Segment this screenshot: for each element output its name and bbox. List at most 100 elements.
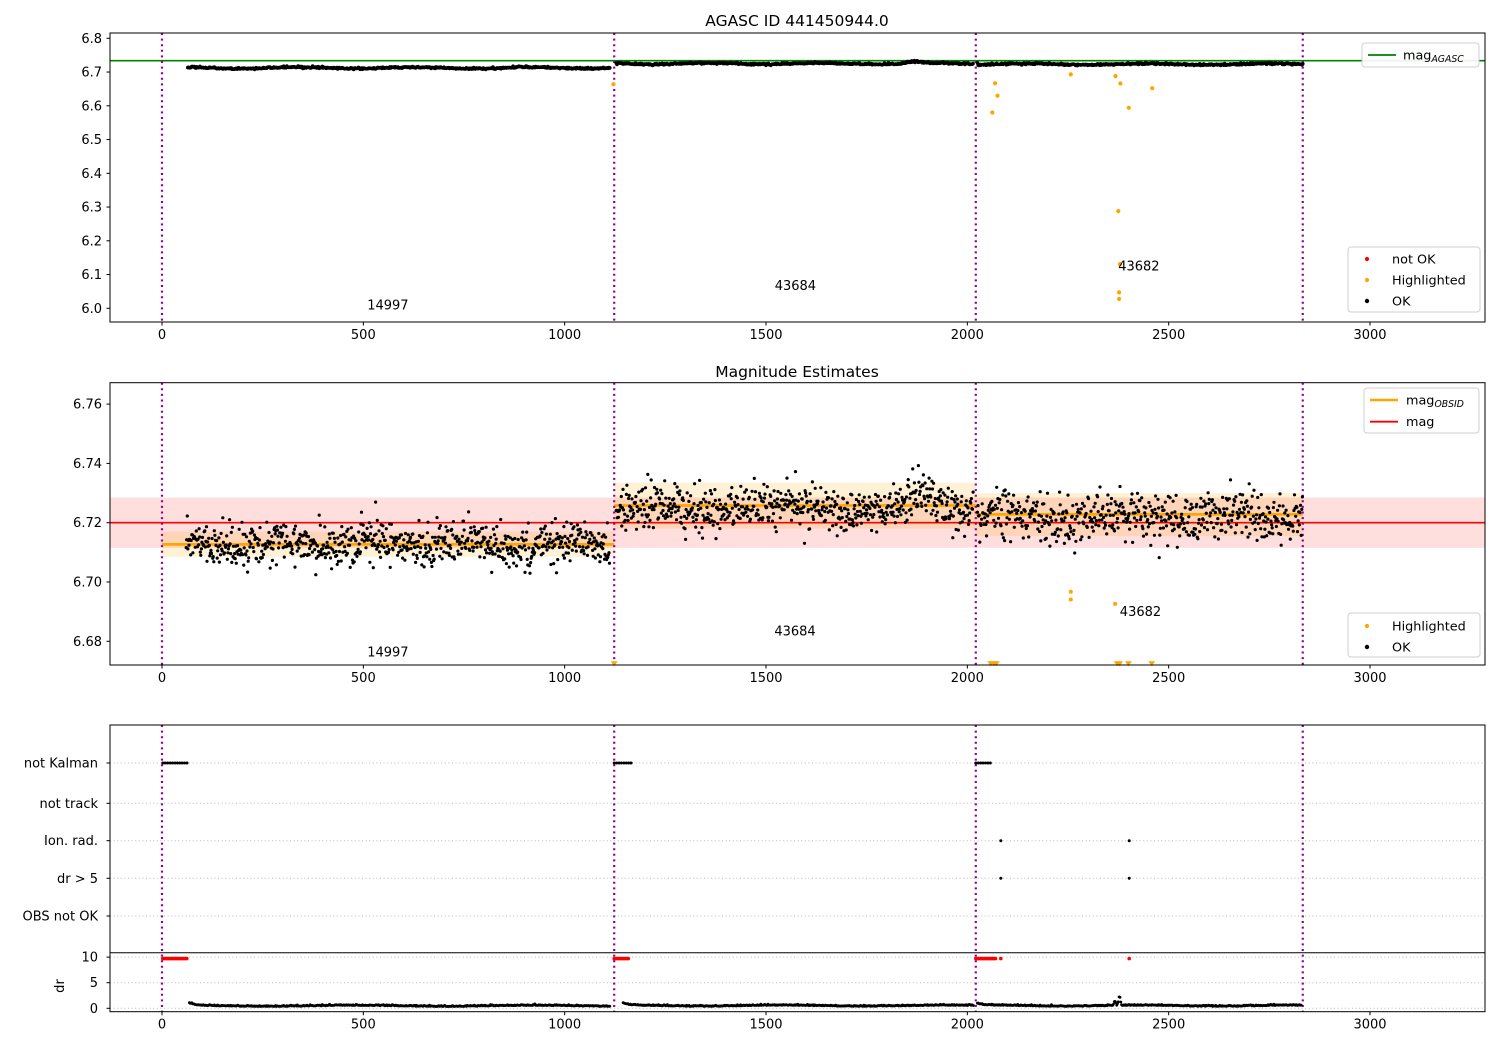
flag-point (1127, 876, 1131, 880)
ok-point (655, 487, 659, 491)
ok-point (925, 487, 929, 491)
ok-point (1207, 497, 1211, 501)
ok-point (802, 505, 806, 509)
ok-point (1295, 530, 1300, 534)
ok-point (245, 549, 249, 553)
ok-point (561, 553, 565, 557)
ok-point (191, 551, 195, 555)
ok-point (186, 547, 190, 551)
ok-point (1211, 508, 1215, 512)
ok-point (225, 534, 229, 538)
ok-point (1093, 501, 1097, 505)
ok-point (719, 517, 723, 521)
ok-point (1206, 491, 1210, 495)
ok-point (1300, 507, 1304, 511)
ok-point (1270, 526, 1274, 530)
ok-point (377, 550, 382, 554)
ok-point (1006, 499, 1010, 503)
ok-point (784, 493, 788, 497)
ok-point (1149, 543, 1153, 548)
ok-point (1075, 514, 1079, 518)
ok-point (678, 489, 682, 493)
ok-point (541, 551, 545, 555)
ok-point (565, 520, 569, 524)
ok-point (301, 541, 305, 545)
ok-point (425, 555, 429, 559)
ok-point (1079, 507, 1083, 511)
ok-point (317, 513, 321, 517)
ok-point (976, 504, 980, 508)
ok-point (1039, 514, 1043, 518)
ok-point (1214, 506, 1218, 510)
ok-point (1084, 511, 1088, 516)
ok-point (1071, 532, 1075, 536)
ok-point (446, 529, 450, 533)
ok-point (306, 535, 311, 539)
ok-point (674, 518, 679, 522)
ok-point (210, 536, 214, 541)
ok-point (765, 485, 769, 489)
ok-point (1164, 519, 1168, 523)
ok-point (1068, 526, 1072, 530)
ok-point (336, 536, 340, 540)
ok-point (681, 498, 685, 502)
ok-point (566, 551, 571, 555)
ok-point (203, 529, 207, 533)
ok-point (1122, 519, 1126, 524)
ok-point (1196, 521, 1201, 525)
ok-point (297, 546, 301, 550)
legend-middle-markers: Highlighted OK (1347, 612, 1481, 658)
ok-point (774, 530, 778, 534)
ok-point (1016, 501, 1021, 505)
ok-point (1245, 499, 1249, 503)
ok-point (932, 501, 936, 505)
ok-point (695, 513, 700, 517)
dr-scatter-points (188, 995, 1303, 1008)
ok-point (914, 498, 918, 502)
ok-point (207, 536, 211, 540)
ok-point (1178, 534, 1182, 538)
ok-point (221, 540, 225, 545)
ok-point (271, 547, 275, 551)
ok-point (328, 536, 332, 540)
ok-point (698, 478, 702, 482)
ok-point (888, 492, 892, 496)
ok-point (283, 539, 287, 543)
ok-point (672, 497, 676, 501)
ok-point (477, 530, 481, 534)
ok-point (384, 527, 388, 531)
ok-point (561, 545, 565, 549)
highlighted-point (1150, 86, 1155, 91)
ok-point (1082, 522, 1086, 526)
ok-point (855, 509, 860, 514)
ok-point (415, 553, 419, 558)
ok-point (1104, 513, 1108, 517)
ok-point (455, 534, 459, 539)
ok-point (634, 527, 639, 531)
ok-point (835, 502, 839, 506)
ok-point (616, 515, 621, 519)
ok-point (1263, 515, 1268, 519)
ok-point (393, 543, 397, 547)
ok-point (489, 546, 493, 550)
ok-point (1059, 528, 1063, 532)
ok-point (265, 545, 269, 549)
ok-point (677, 493, 682, 497)
ok-point (1038, 529, 1042, 534)
ok-point (1097, 524, 1101, 528)
flag-point (185, 761, 189, 765)
ok-point (1209, 511, 1213, 515)
legend-label-not-ok: not OK (1392, 253, 1436, 268)
ok-point (831, 524, 835, 528)
ok-point (1292, 493, 1297, 497)
ok-point (928, 487, 932, 491)
ok-point (461, 519, 466, 523)
gridlines (110, 762, 1485, 1009)
ok-point (1042, 502, 1046, 506)
ok-point (1116, 526, 1120, 530)
ok-point (843, 507, 847, 511)
highlighted-point (1113, 601, 1118, 606)
ok-point (846, 511, 851, 516)
ok-point (200, 535, 205, 540)
ok-point (779, 491, 783, 495)
